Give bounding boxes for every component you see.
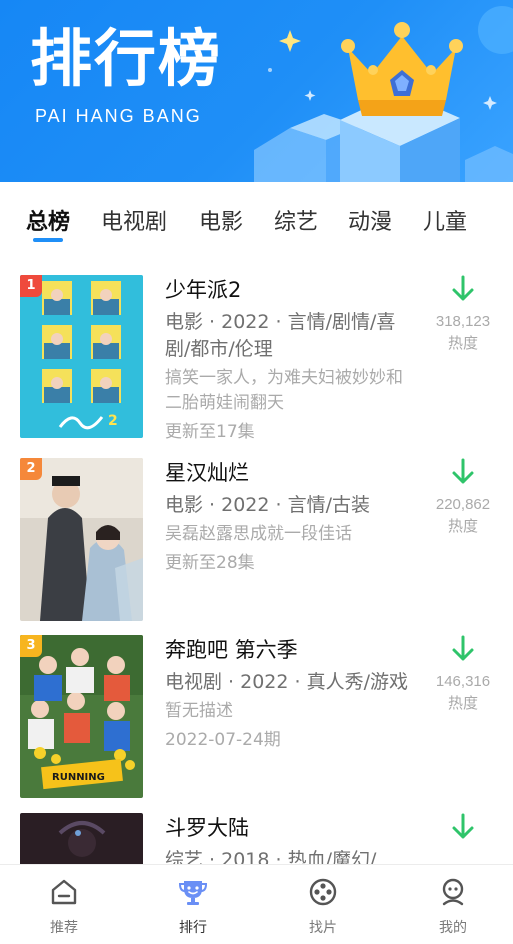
heat-label: 热度 (447, 694, 478, 712)
ranking-list: 2 1 少年派2 电影 · 2022 · 言情/剧情/喜剧/都市/伦理 搞笑一家… (0, 275, 513, 865)
heat-indicator: 146,316 热度 (428, 635, 498, 713)
home-icon (51, 879, 77, 905)
category-tabs: 总榜 电视剧 电影 综艺 动漫 儿童 (0, 182, 513, 254)
item-title[interactable]: 斗罗大陆 (165, 813, 415, 845)
item-meta: 电影 · 2022 · 言情/古装 (165, 494, 370, 516)
arrow-down-icon (452, 635, 474, 661)
item-update-status: 更新至17集 (165, 422, 255, 442)
tab-anime[interactable]: 动漫 (348, 204, 392, 236)
trophy-icon (178, 881, 208, 905)
nav-label: 我的 (439, 920, 467, 936)
heat-indicator: 318,123 热度 (428, 275, 498, 353)
nav-item-recommend[interactable]: 推荐 (24, 877, 104, 937)
arrow-down-icon (452, 275, 474, 301)
heat-value: 146,316 (435, 673, 491, 690)
heat-label: 热度 (447, 517, 478, 535)
heat-indicator (428, 813, 498, 845)
item-title[interactable]: 奔跑吧 第六季 (165, 635, 415, 667)
svg-text:RUNNING: RUNNING (52, 772, 105, 783)
tab-kids[interactable]: 儿童 (423, 204, 467, 236)
nav-label: 排行 (179, 920, 207, 936)
list-item[interactable]: 2 星汉灿烂 电影 · 2022 · 言情/古装 吴磊赵露思成就一段佳话 更新至… (0, 458, 513, 622)
poster-image[interactable]: 2 1 (20, 275, 143, 438)
rank-badge: 3 (20, 635, 42, 657)
crown-podium-illustration (254, 6, 513, 182)
list-item[interactable]: RUNNING 3 奔跑吧 第六季 电视剧 · 2022 · 真人秀/游戏 暂无… (0, 635, 513, 799)
heat-value: 220,862 (435, 496, 491, 513)
active-tab-indicator (33, 238, 63, 242)
item-description: 暂无描述 (165, 701, 233, 721)
nav-item-discover[interactable]: 找片 (283, 877, 363, 937)
poster-image[interactable] (20, 813, 143, 865)
item-description: 吴磊赵露思成就一段佳话 (165, 524, 352, 544)
item-title[interactable]: 星汉灿烂 (165, 458, 415, 490)
rank-badge: 2 (20, 458, 42, 480)
user-icon (442, 878, 464, 906)
rank-badge: 1 (20, 275, 42, 297)
nav-label: 找片 (309, 920, 337, 936)
item-meta: 电影 · 2022 · 言情/剧情/喜剧/都市/伦理 (165, 311, 396, 360)
item-update-status: 更新至28集 (165, 553, 255, 573)
heat-value: 318,123 (435, 313, 491, 330)
svg-text:2: 2 (108, 413, 118, 429)
tab-all[interactable]: 总榜 (26, 204, 70, 236)
page-subtitle: PAI HANG BANG (35, 106, 202, 126)
page-title: 排行榜 (30, 22, 223, 95)
poster-image[interactable]: RUNNING 3 (20, 635, 143, 798)
header-banner: 排行榜 PAI HANG BANG (0, 0, 513, 182)
poster-image[interactable]: 2 (20, 458, 143, 621)
heat-indicator: 220,862 热度 (428, 458, 498, 536)
nav-label: 推荐 (50, 920, 78, 936)
tab-tv[interactable]: 电视剧 (101, 204, 167, 236)
nav-item-ranking[interactable]: 排行 (153, 877, 233, 937)
list-item[interactable]: 斗罗大陆 综艺 · 2018 · 热血/魔幻/ (0, 813, 513, 865)
arrow-down-icon (452, 458, 474, 484)
heat-label: 热度 (447, 334, 478, 352)
item-meta: 综艺 · 2018 · 热血/魔幻/ (165, 849, 377, 865)
bottom-navigation: 推荐 排行 找片 我的 (0, 864, 513, 944)
item-description: 搞笑一家人，为难夫妇被妙妙和二胎萌娃闹翻天 (165, 368, 403, 413)
list-item[interactable]: 2 1 少年派2 电影 · 2022 · 言情/剧情/喜剧/都市/伦理 搞笑一家… (0, 275, 513, 442)
tab-movie[interactable]: 电影 (199, 204, 243, 236)
film-reel-icon (309, 878, 337, 906)
arrow-down-icon (452, 813, 474, 839)
item-title[interactable]: 少年派2 (165, 275, 415, 307)
item-update-status: 2022-07-24期 (165, 730, 281, 750)
tab-variety[interactable]: 综艺 (274, 204, 318, 236)
nav-item-profile[interactable]: 我的 (413, 877, 493, 937)
item-meta: 电视剧 · 2022 · 真人秀/游戏 (165, 671, 408, 693)
